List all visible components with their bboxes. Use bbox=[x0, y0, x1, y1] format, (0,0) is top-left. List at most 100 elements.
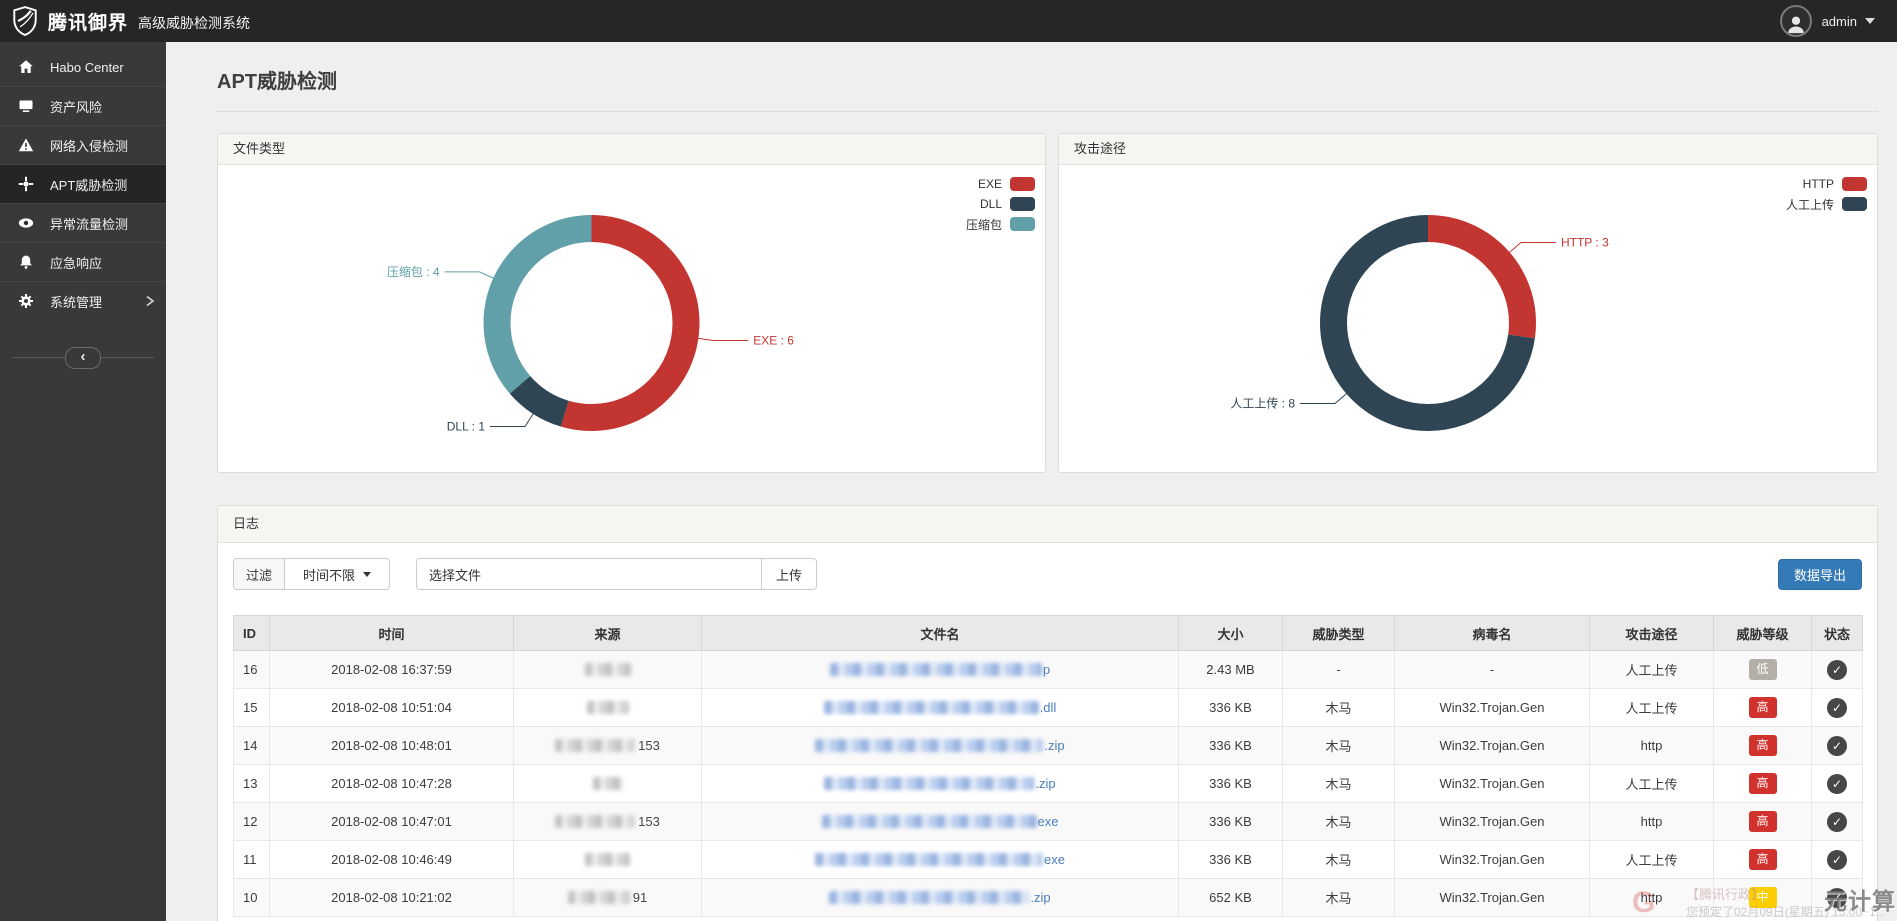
shield-logo-icon bbox=[13, 6, 37, 36]
legend-label: HTTP bbox=[1802, 177, 1834, 191]
cell-status: ✓ bbox=[1811, 650, 1863, 689]
sidebar-item-3[interactable]: APT威胁检测 bbox=[0, 164, 166, 203]
redacted-source bbox=[555, 815, 636, 828]
cell-source: 91 bbox=[513, 878, 702, 917]
column-header-3: 文件名 bbox=[701, 615, 1179, 651]
file-name-input[interactable] bbox=[493, 558, 762, 590]
sidebar-item-4[interactable]: 异常流量检测 bbox=[0, 203, 166, 242]
filename-suffix: .zip bbox=[1044, 738, 1065, 753]
table-row: 11 2018-02-08 10:46:49 exe 336 KB 木马 Win32.Tr… bbox=[233, 840, 1863, 879]
cell-virus-name: - bbox=[1394, 650, 1590, 689]
threat-level-badge: 高 bbox=[1748, 697, 1777, 718]
file-type-donut-chart: EXE : 6 DLL : 1 压缩包 : 4 EXE DLL 压缩包 bbox=[218, 165, 1045, 473]
threat-level-badge: 高 bbox=[1748, 849, 1777, 870]
cell-virus-name: Win32.Trojan.Gen bbox=[1394, 802, 1590, 841]
threat-level-badge: 高 bbox=[1748, 735, 1777, 756]
legend-item-HTTP[interactable]: HTTP bbox=[1786, 174, 1867, 194]
status-check-icon: ✓ bbox=[1827, 849, 1847, 870]
cell-source bbox=[513, 650, 702, 689]
sidebar-item-label: 异常流量检测 bbox=[50, 216, 129, 232]
avatar bbox=[1779, 5, 1812, 37]
chevron-right-icon bbox=[146, 295, 155, 307]
sidebar-item-0[interactable]: Habo Center bbox=[0, 48, 166, 86]
redacted-source bbox=[584, 663, 631, 676]
panel-attack-path-title: 攻击途径 bbox=[1059, 134, 1877, 165]
legend-item-EXE[interactable]: EXE bbox=[966, 174, 1035, 194]
cell-size: 336 KB bbox=[1178, 764, 1283, 803]
chart-legend: EXE DLL 压缩包 bbox=[966, 174, 1035, 234]
file-link[interactable]: exe bbox=[815, 852, 1065, 867]
cell-status: ✓ bbox=[1811, 726, 1863, 765]
slice-label: EXE : 6 bbox=[753, 334, 794, 348]
sidebar-item-1[interactable]: 资产风险 bbox=[0, 86, 166, 125]
file-link[interactable]: p bbox=[829, 662, 1050, 677]
legend-item-人工上传[interactable]: 人工上传 bbox=[1786, 194, 1867, 214]
cell-status: ✓ bbox=[1811, 688, 1863, 727]
redacted-filename bbox=[821, 815, 1037, 828]
upload-button[interactable]: 上传 bbox=[761, 558, 818, 590]
legend-item-DLL[interactable]: DLL bbox=[966, 194, 1035, 214]
log-body: 过滤 时间不限 选择文件 上传 数据导出 ID 时间 来源 文件名 大小 威胁类… bbox=[218, 543, 1877, 921]
alert-triangle-icon bbox=[18, 138, 34, 152]
time-filter-group: 过滤 时间不限 bbox=[233, 558, 391, 590]
file-link[interactable]: .zip bbox=[815, 738, 1065, 753]
cell-attack-path: 人工上传 bbox=[1589, 688, 1714, 727]
brand-subtitle: 高级威胁检测系统 bbox=[138, 14, 251, 31]
choose-file-button[interactable]: 选择文件 bbox=[416, 558, 494, 590]
cell-filename: .zip bbox=[701, 726, 1179, 765]
log-table: ID 时间 来源 文件名 大小 威胁类型 病毒名 攻击途径 威胁等级 状态 16 2018-02-0… bbox=[233, 615, 1863, 917]
file-link[interactable]: .zip bbox=[824, 776, 1056, 791]
cell-threat-type: - bbox=[1282, 650, 1395, 689]
cell-threat-level: 高 bbox=[1713, 726, 1812, 765]
cell-time: 2018-02-08 10:51:04 bbox=[269, 688, 514, 727]
status-check-icon: ✓ bbox=[1827, 735, 1847, 756]
cell-virus-name: Win32.Trojan.Gen bbox=[1394, 726, 1590, 765]
cell-threat-type: 木马 bbox=[1282, 802, 1395, 841]
sidebar-collapse-toggle[interactable]: ‹ bbox=[65, 347, 101, 369]
sidebar-collapse-divider: ‹ bbox=[12, 347, 154, 369]
redacted-source bbox=[567, 891, 630, 904]
time-filter-dropdown[interactable]: 时间不限 bbox=[284, 558, 391, 590]
sidebar: Habo Center 资产风险 网络入侵检测 APT威胁检测异常流量检测应急响应 系统… bbox=[0, 42, 166, 921]
legend-label: DLL bbox=[979, 197, 1002, 211]
donut-chart-svg: HTTP : 3 人工上传 : 8 bbox=[1230, 215, 1609, 431]
user-menu[interactable]: admin bbox=[1779, 0, 1875, 42]
sidebar-item-5[interactable]: 应急响应 bbox=[0, 242, 166, 281]
panel-file-type: 文件类型 EXE : 6 DLL : 1 压缩包 : 4 EXE DLL 压缩包 bbox=[217, 133, 1046, 473]
table-row: 12 2018-02-08 10:47:01 153 exe 336 KB 木马 Win32… bbox=[233, 802, 1863, 841]
cell-attack-path: http bbox=[1589, 878, 1714, 917]
cell-threat-level: 高 bbox=[1713, 840, 1812, 879]
file-link[interactable]: .zip bbox=[829, 890, 1051, 905]
cell-filename: exe bbox=[701, 802, 1179, 841]
legend-swatch bbox=[1010, 177, 1035, 191]
cell-time: 2018-02-08 10:47:28 bbox=[269, 764, 514, 803]
label-line bbox=[1509, 241, 1556, 253]
threat-level-badge: 中 bbox=[1748, 887, 1777, 908]
cell-source: 153 bbox=[513, 802, 702, 841]
file-link[interactable]: exe bbox=[821, 814, 1058, 829]
file-link[interactable]: .dll bbox=[823, 700, 1057, 715]
panel-file-type-title: 文件类型 bbox=[218, 134, 1045, 165]
cell-threat-type: 木马 bbox=[1282, 878, 1395, 917]
threat-level-badge: 低 bbox=[1748, 659, 1777, 680]
legend-item-压缩包[interactable]: 压缩包 bbox=[966, 214, 1035, 234]
cell-attack-path: 人工上传 bbox=[1589, 840, 1714, 879]
bell-icon bbox=[20, 255, 32, 269]
sidebar-item-2[interactable]: 网络入侵检测 bbox=[0, 125, 166, 164]
data-export-button[interactable]: 数据导出 bbox=[1777, 558, 1862, 590]
cell-filename: exe bbox=[701, 840, 1179, 879]
cell-filename: p bbox=[701, 650, 1179, 689]
column-header-0: ID bbox=[233, 615, 270, 651]
slice-label: DLL : 1 bbox=[447, 419, 486, 433]
slice-label: 人工上传 : 8 bbox=[1230, 396, 1295, 411]
legend-label: 压缩包 bbox=[965, 217, 1002, 232]
table-row: 15 2018-02-08 10:51:04 .dll 336 KB 木马 Win32.T… bbox=[233, 688, 1863, 727]
status-check-icon: ✓ bbox=[1827, 887, 1847, 908]
filename-suffix: .dll bbox=[1039, 700, 1057, 715]
sidebar-item-6[interactable]: 系统管理 bbox=[0, 281, 166, 320]
filename-suffix: exe bbox=[1044, 852, 1065, 867]
label-line bbox=[490, 413, 534, 427]
panel-attack-path: 攻击途径 HTTP : 3 人工上传 : 8 HTTP 人工上传 bbox=[1058, 133, 1878, 473]
log-filter-row: 过滤 时间不限 选择文件 上传 数据导出 bbox=[233, 558, 1862, 590]
attack-path-donut-chart: HTTP : 3 人工上传 : 8 HTTP 人工上传 bbox=[1059, 165, 1877, 473]
